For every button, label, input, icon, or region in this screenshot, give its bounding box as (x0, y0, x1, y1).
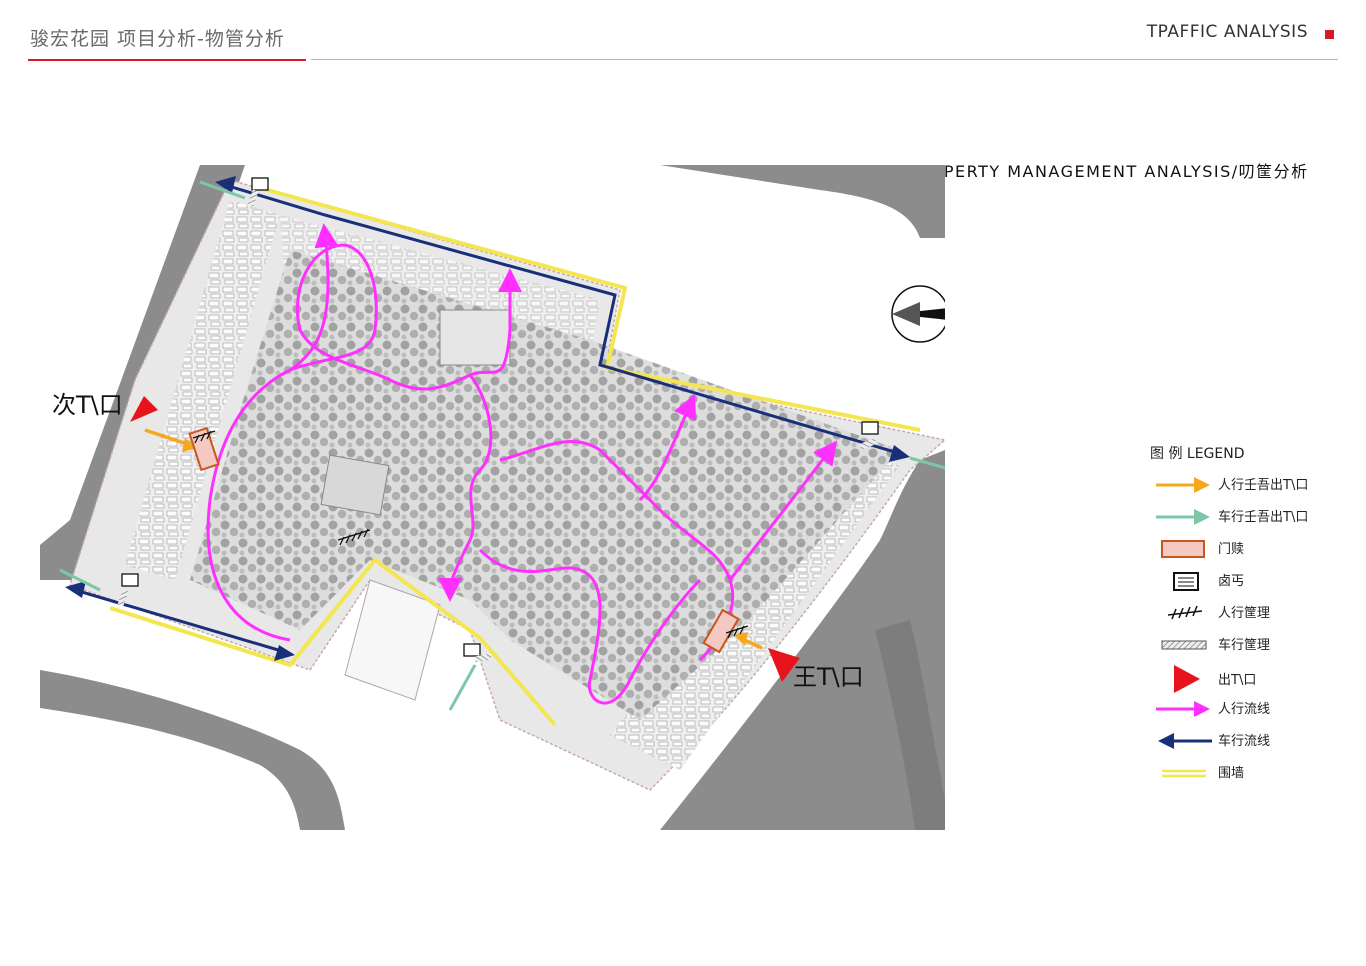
legend-label: 围墙 (1218, 766, 1245, 781)
plaza-block (320, 454, 390, 516)
clubhouse-block (439, 309, 511, 366)
map-legend: 图 例 LEGEND 人行壬吾出T\口 车行壬吾出T\口 门赎 卤丐 人行筐理 … (1150, 443, 1350, 783)
legend-item-guard-box: 卤丐 (1150, 567, 1350, 595)
legend-item-wall: 围墙 (1150, 759, 1350, 787)
legend-label: 人行筐理 (1218, 606, 1271, 621)
guard-box-icon (1173, 572, 1199, 591)
subtitle-dark: PERTY MANAGEMENT ANALYSIS/叨筐分析 (943, 162, 1309, 181)
header-divider-accent (28, 59, 306, 61)
legend-label: 车行流线 (1218, 734, 1271, 749)
legend-item-pedestrian-entrance: 人行壬吾出T\口 (1150, 471, 1350, 499)
legend-item-pedestrian-gate: 人行筐理 (1150, 599, 1350, 627)
section-label: TPAFFIC ANALYSIS (1146, 22, 1308, 42)
magenta-arrow-icon (1156, 701, 1210, 717)
legend-item-gate-house: 门赎 (1150, 535, 1350, 563)
diagram-subtitle: PROPERTY MANAGEMENT ANALYSIS/叨筐分析 (906, 158, 1309, 182)
pedestrian-gate-icon (1167, 605, 1203, 620)
secondary-gate-label: 次T\口 (52, 391, 123, 419)
site-plan-map: N (40, 165, 945, 830)
legend-item-vehicle-flow: 车行流线 (1150, 727, 1350, 755)
wall-line-icon (1162, 769, 1206, 778)
gate-house-icon (1161, 540, 1205, 558)
legend-label: 门赎 (1218, 542, 1245, 557)
legend-label: 出T\口 (1218, 673, 1257, 688)
legend-label: 人行流线 (1218, 702, 1271, 717)
legend-item-vehicle-entrance: 车行壬吾出T\口 (1150, 503, 1350, 531)
north-compass: N (891, 285, 945, 343)
legend-title: 图 例 LEGEND (1150, 446, 1245, 462)
legend-item-exit: 出T\口 (1150, 661, 1350, 695)
legend-item-vehicle-gate: 车行筐理 (1150, 631, 1350, 659)
header-divider (311, 59, 1338, 60)
legend-label: 人行壬吾出T\口 (1218, 478, 1309, 493)
exit-triangle-icon (1174, 665, 1200, 693)
vehicle-gate-icon (1161, 640, 1207, 650)
accent-square (1325, 30, 1334, 39)
road-bottom-left (40, 670, 345, 830)
legend-label: 车行壬吾出T\口 (1218, 510, 1309, 525)
green-arrow-icon (1156, 509, 1210, 525)
blue-double-arrow-icon (1158, 733, 1212, 749)
legend-item-pedestrian-flow: 人行流线 (1150, 695, 1350, 723)
legend-label: 车行筐理 (1218, 638, 1271, 653)
page-title: 骏宏花园 项目分析-物管分析 (30, 28, 285, 50)
orange-arrow-icon (1156, 477, 1210, 493)
legend-label: 卤丐 (1218, 574, 1245, 589)
main-gate-label: 王T\口 (793, 663, 864, 691)
road-top-right (660, 165, 945, 238)
